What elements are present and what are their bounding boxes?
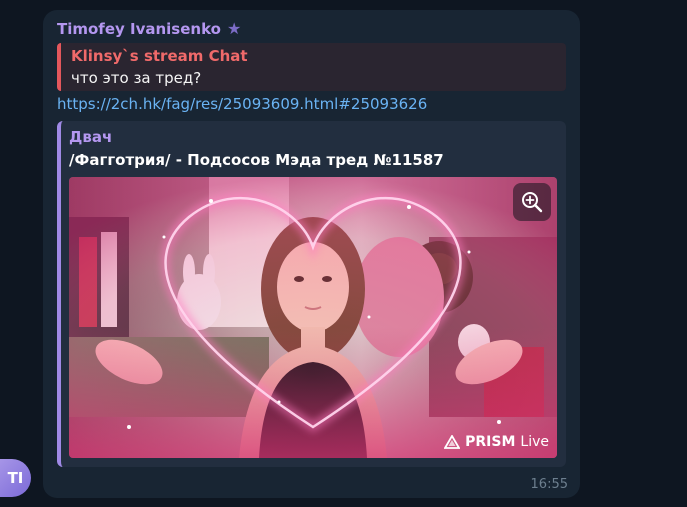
preview-title: /Фагготрия/ - Подсосов Мэда тред №11587: [69, 151, 444, 169]
reply-author: Klinsy`s stream Chat: [71, 47, 248, 65]
prism-logo-icon: [444, 435, 461, 449]
zoom-in-icon: [522, 192, 543, 213]
avatar-initials: TI: [7, 469, 24, 487]
reply-text: что это за тред?: [71, 69, 202, 87]
stream-thumbnail: [69, 177, 557, 458]
reply-quote[interactable]: Klinsy`s stream Chat что это за тред?: [57, 43, 566, 91]
message-link[interactable]: https://2ch.hk/fag/res/25093609.html#250…: [57, 95, 427, 113]
zoom-button[interactable]: [513, 183, 551, 221]
preview-image[interactable]: PRISM Live: [69, 177, 557, 458]
link-preview[interactable]: Двач /Фагготрия/ - Подсосов Мэда тред №1…: [57, 121, 566, 467]
watermark-suffix: Live: [520, 434, 549, 450]
prism-live-watermark: PRISM Live: [444, 434, 549, 450]
message-bubble[interactable]: Timofey Ivanisenko ★ Klinsy`s stream Cha…: [43, 10, 580, 498]
preview-site-name: Двач: [69, 128, 113, 146]
sender-name-text: Timofey Ivanisenko: [57, 19, 221, 38]
avatar[interactable]: TI: [0, 459, 31, 497]
star-icon: ★: [226, 19, 242, 38]
watermark-brand: PRISM: [465, 434, 516, 450]
chat-area: TI Timofey Ivanisenko ★ Klinsy`s stream …: [0, 0, 687, 507]
sender-name[interactable]: Timofey Ivanisenko ★: [57, 19, 241, 38]
message-time: 16:55: [530, 477, 568, 492]
